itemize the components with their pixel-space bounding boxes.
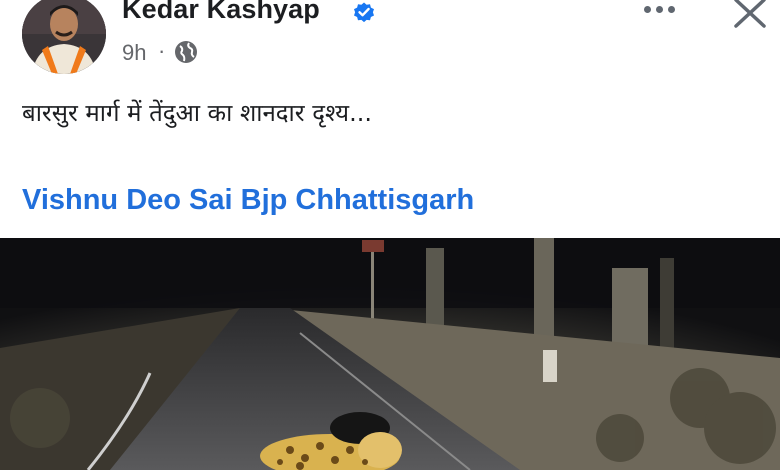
separator-dot: · [158,38,166,63]
avatar[interactable] [22,0,106,74]
post-photo[interactable] [0,238,780,470]
page-tag-link[interactable]: Vishnu Deo Sai Bjp Chhattisgarh [22,184,474,217]
author-name[interactable]: Kedar Kashyap [122,0,320,25]
post-text: बारसुर मार्ग में तेंदुआ का शानदार दृश्य.… [22,99,372,127]
leopard-on-road-photo [0,238,780,470]
post-header: Kedar Kashyap 9h · [0,0,780,90]
more-options-button[interactable] [636,0,682,22]
close-icon[interactable] [730,0,770,30]
verified-badge-icon [354,2,374,23]
avatar-image [22,0,106,74]
globe-icon [175,41,197,63]
more-horizontal-icon [643,5,651,13]
post-time[interactable]: 9h [122,40,146,66]
